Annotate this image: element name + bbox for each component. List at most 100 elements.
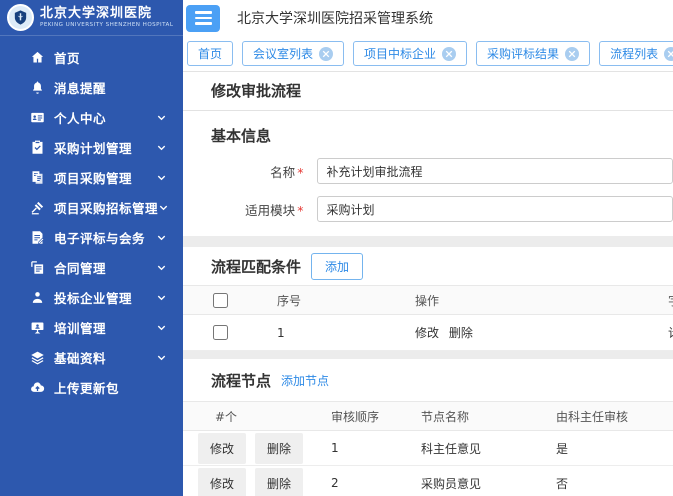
- delete-node-button[interactable]: 删除: [255, 433, 303, 464]
- section-divider: [183, 236, 673, 247]
- tab-label: 采购评标结果: [487, 45, 559, 62]
- sidebar-item-label: 消息提醒: [54, 78, 106, 97]
- node-actions-cell: 修改 删除: [183, 433, 331, 464]
- chevron-down-icon: [156, 232, 167, 243]
- row-checkbox-cell: [183, 325, 277, 340]
- sidebar-item-label: 合同管理: [54, 258, 106, 277]
- delete-condition-link[interactable]: 删除: [449, 326, 473, 340]
- col-clipped: 字: [668, 292, 673, 309]
- dept-review-cell: 否: [556, 475, 673, 492]
- close-icon[interactable]: [664, 47, 673, 61]
- gavel-icon: [30, 200, 45, 215]
- header-checkbox-cell: [183, 293, 277, 308]
- section-divider: [183, 351, 673, 359]
- module-label: 适用模块*: [183, 200, 303, 219]
- contract-icon: [30, 260, 45, 275]
- sidebar-item-label: 培训管理: [54, 318, 106, 337]
- sidebar: 北京大学深圳医院 PEKING UNIVERSITY SHENZHEN HOSP…: [0, 0, 183, 496]
- sidebar-item-bidder-management[interactable]: 投标企业管理: [0, 282, 183, 312]
- action-cell: 修改 删除: [415, 324, 668, 341]
- sidebar-item-e-evaluation[interactable]: 电子评标与会务: [0, 222, 183, 252]
- hospital-name-cn: 北京大学深圳医院: [40, 7, 173, 22]
- close-icon[interactable]: [319, 47, 333, 61]
- node-name-cell: 科主任意见: [421, 440, 556, 457]
- sidebar-toggle-button[interactable]: [186, 5, 220, 32]
- top-bar: 北京大学深圳医院招采管理系统: [183, 0, 673, 36]
- tab-meeting-room-list[interactable]: 会议室列表: [242, 41, 344, 66]
- module-input[interactable]: [317, 196, 673, 222]
- clipped-cell: 计: [668, 324, 673, 341]
- sidebar-item-base-data[interactable]: 基础资料: [0, 342, 183, 372]
- sidebar-item-label: 基础资料: [54, 348, 106, 367]
- chevron-down-icon: [156, 352, 167, 363]
- tab-label: 首页: [198, 45, 222, 62]
- chevron-down-icon: [156, 112, 167, 123]
- col-seq: 序号: [277, 292, 415, 309]
- required-mark: *: [297, 165, 303, 180]
- row-checkbox[interactable]: [213, 325, 228, 340]
- dept-review-cell: 是: [556, 440, 673, 457]
- sidebar-item-training-management[interactable]: 培训管理: [0, 312, 183, 342]
- hospital-logo: 北京大学深圳医院 PEKING UNIVERSITY SHENZHEN HOSP…: [0, 0, 183, 36]
- sidebar-item-bidding-management[interactable]: 项目采购招标管理: [0, 192, 183, 222]
- document-edit-icon: [30, 230, 45, 245]
- basic-info-section: 基本信息 名称* 适用模块*: [183, 111, 673, 236]
- close-icon[interactable]: [565, 47, 579, 61]
- sidebar-item-label: 项目采购招标管理: [54, 198, 158, 217]
- match-conditions-heading: 流程匹配条件: [211, 256, 301, 277]
- main-area: 北京大学深圳医院招采管理系统 首页 会议室列表 项目中标企业 采购评标结果 流程…: [183, 0, 673, 496]
- add-node-link[interactable]: 添加节点: [281, 372, 329, 389]
- flow-nodes-heading: 流程节点: [211, 370, 271, 391]
- edit-node-button[interactable]: 修改: [198, 433, 246, 464]
- col-order: 审核顺序: [331, 408, 421, 425]
- page-content: 修改审批流程 基本信息 名称* 适用模块* 流程匹配条件 添加: [183, 72, 673, 496]
- col-dept-review: 由科主任审核: [556, 408, 673, 425]
- sidebar-item-procurement-plan[interactable]: 采购计划管理: [0, 132, 183, 162]
- node-actions-cell: 修改 删除: [183, 468, 331, 496]
- sidebar-item-project-procurement[interactable]: 项目采购管理: [0, 162, 183, 192]
- bell-icon: [30, 80, 45, 95]
- seq-cell: 1: [277, 326, 415, 340]
- module-field-row: 适用模块*: [183, 196, 673, 222]
- id-card-icon: [30, 110, 45, 125]
- order-cell: 2: [331, 476, 421, 490]
- app-window: 北京大学深圳医院 PEKING UNIVERSITY SHENZHEN HOSP…: [0, 0, 673, 496]
- sidebar-item-label: 上传更新包: [54, 378, 119, 397]
- hospital-name-en: PEKING UNIVERSITY SHENZHEN HOSPITAL: [40, 22, 173, 28]
- add-condition-button[interactable]: 添加: [311, 253, 363, 280]
- col-index: #个: [183, 408, 331, 425]
- cloud-upload-icon: [30, 380, 45, 395]
- hospital-emblem-icon: [7, 4, 34, 31]
- match-conditions-header: 流程匹配条件 添加: [183, 247, 673, 285]
- edit-condition-link[interactable]: 修改: [415, 326, 439, 340]
- delete-node-button[interactable]: 删除: [255, 468, 303, 496]
- tab-process-list[interactable]: 流程列表: [599, 41, 673, 66]
- chevron-down-icon: [156, 172, 167, 183]
- close-icon[interactable]: [442, 47, 456, 61]
- sidebar-item-messages[interactable]: 消息提醒: [0, 72, 183, 102]
- sidebar-item-upload-update-package[interactable]: 上传更新包: [0, 372, 183, 402]
- chevron-down-icon: [158, 202, 169, 213]
- tab-winning-bidders[interactable]: 项目中标企业: [353, 41, 467, 66]
- documents-icon: [30, 170, 45, 185]
- tab-label: 流程列表: [610, 45, 658, 62]
- name-input[interactable]: [317, 158, 673, 184]
- sidebar-item-label: 项目采购管理: [54, 168, 132, 187]
- tab-evaluation-results[interactable]: 采购评标结果: [476, 41, 590, 66]
- tab-bar: 首页 会议室列表 项目中标企业 采购评标结果 流程列表 流程: [183, 36, 673, 72]
- sidebar-item-home[interactable]: 首页: [0, 42, 183, 72]
- hospital-logo-text: 北京大学深圳医院 PEKING UNIVERSITY SHENZHEN HOSP…: [40, 7, 173, 28]
- user-icon: [30, 290, 45, 305]
- sidebar-item-personal-center[interactable]: 个人中心: [0, 102, 183, 132]
- sidebar-menu: 首页 消息提醒 个人中心 采购计划管理 项目采购管理: [0, 36, 183, 402]
- sidebar-item-label: 投标企业管理: [54, 288, 132, 307]
- select-all-checkbox[interactable]: [213, 293, 228, 308]
- chevron-down-icon: [156, 322, 167, 333]
- presentation-icon: [30, 320, 45, 335]
- tab-home[interactable]: 首页: [187, 41, 233, 66]
- sidebar-item-contract-management[interactable]: 合同管理: [0, 252, 183, 282]
- app-title: 北京大学深圳医院招采管理系统: [237, 8, 433, 28]
- nodes-table-header: #个 审核顺序 节点名称 由科主任审核: [183, 401, 673, 431]
- edit-node-button[interactable]: 修改: [198, 468, 246, 496]
- sidebar-item-label: 采购计划管理: [54, 138, 132, 157]
